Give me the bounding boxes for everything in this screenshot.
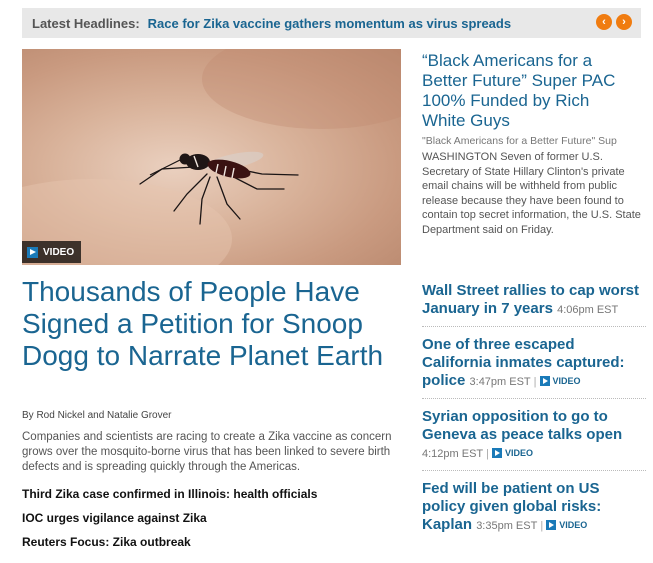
side-feature: “Black Americans for a Better Future” Su… [422,51,653,238]
side-feature-body: WASHINGTON Seven of former U.S. Secretar… [422,151,641,236]
related-links: Third Zika case confirmed in Illinois: h… [22,487,402,559]
play-icon [546,519,557,530]
side-story-list: Wall Street rallies to cap worst January… [422,282,646,551]
story-timestamp: 3:47pm EST [469,376,531,388]
mosquito-illustration [22,49,401,265]
separator: | [540,520,544,532]
video-label: VIDEO [559,519,588,530]
play-icon [27,246,38,258]
list-item: Wall Street rallies to cap worst January… [422,282,646,327]
list-item: Fed will be patient on US policy given g… [422,480,646,542]
list-item: One of three escaped California inmates … [422,336,646,399]
story-timestamp: 4:12pm EST [422,448,484,460]
video-link[interactable]: VIDEO [546,519,588,530]
play-icon [492,447,502,458]
video-label: VIDEO [552,375,581,386]
story-headline[interactable]: Syrian opposition to go to Geneva as pea… [422,408,622,443]
lead-summary: Companies and scientists are racing to c… [22,431,392,473]
related-link[interactable]: Third Zika case confirmed in Illinois: h… [22,487,402,511]
latest-headline-link[interactable]: Race for Zika vaccine gathers momentum a… [148,16,511,31]
side-feature-subhead: "Black Americans for a Better Future" Su… [422,135,617,147]
side-feature-headline[interactable]: “Black Americans for a Better Future” Su… [422,51,622,131]
video-link[interactable]: VIDEO [539,375,581,386]
separator: | [533,376,537,388]
byline: By Rod Nickel and Natalie Grover [22,410,172,421]
latest-headlines-bar: Latest Headlines: Race for Zika vaccine … [22,8,641,38]
hero-image[interactable]: VIDEO [22,49,401,265]
ticker-nav: ‹ › [596,14,632,30]
story-timestamp: 4:06pm EST [557,304,619,316]
related-link[interactable]: Reuters Focus: Zika outbreak [22,535,402,559]
list-item: Syrian opposition to go to Geneva as pea… [422,408,646,471]
chevron-left-icon[interactable]: ‹ [596,14,612,30]
video-badge-label: VIDEO [43,246,75,258]
separator: | [486,448,489,460]
lead-headline[interactable]: Thousands of People Have Signed a Petiti… [22,276,402,372]
play-icon [539,375,550,386]
video-badge[interactable]: VIDEO [22,241,82,263]
video-label: VIDEO [505,447,534,458]
related-link[interactable]: IOC urges vigilance against Zika [22,511,402,535]
video-link[interactable]: VIDEO [492,447,534,458]
latest-headlines-label: Latest Headlines: [32,15,140,31]
chevron-right-icon[interactable]: › [616,14,632,30]
story-timestamp: 3:35pm EST [476,520,538,532]
